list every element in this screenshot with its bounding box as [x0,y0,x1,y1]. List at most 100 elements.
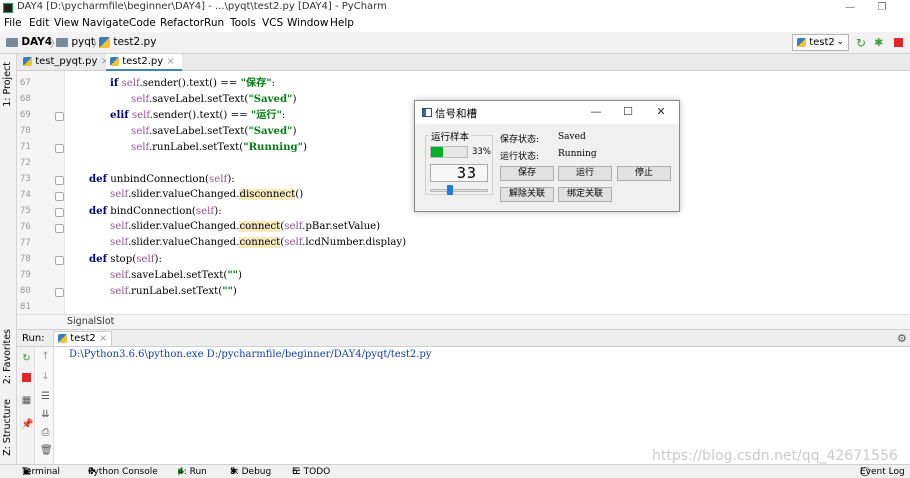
editor-tab-bar: test_pyqt.py × test2.py × [17,54,910,71]
menu-view[interactable]: View [54,17,79,29]
dialog-close-button[interactable]: ✕ [652,104,670,120]
progress-fill [431,147,443,157]
minimize-button[interactable]: — [840,0,860,16]
code-line: elif self.sender().text() == "运行": [110,109,286,121]
menu-refactor[interactable]: Refactor [160,17,204,29]
stop-icon[interactable] [22,373,31,382]
trash-icon[interactable]: 🗑 [40,445,53,456]
run-console-panel: ↻ ▦ 📌 ↑ ↓ ☰ ⇊ ⎙ 🗑 D:\Python3.6.6\python.… [17,347,910,464]
arrow-down-icon[interactable]: ↓ [40,371,51,382]
fold-marker-icon[interactable] [55,256,64,265]
code-line: self.saveLabel.setText("") [110,269,242,281]
run-toolbar-secondary: ↑ ↓ ☰ ⇊ ⎙ 🗑 [36,347,54,464]
save-button[interactable]: 保存 [500,166,554,181]
soft-wrap-icon[interactable]: ☰ [40,391,51,402]
run-status-value: Running [558,149,597,159]
code-line: def unbindConnection(self): [89,173,235,185]
scroll-to-end-icon[interactable]: ⇊ [40,409,51,420]
unbind-button[interactable]: 解除关联 [500,187,554,202]
nav-project-label: DAY4 [21,36,53,48]
nav-folder[interactable]: pyqt [56,36,95,48]
code-line: self.saveLabel.setText("Saved") [131,93,297,105]
restore-button[interactable]: ❐ [872,0,892,16]
code-line: self.runLabel.setText("") [110,285,237,297]
line-gutter: 67 68 69 70 71 72 73 74 75 76 77 78 79 8… [17,71,65,314]
menu-window[interactable]: Window [287,17,328,29]
window-title: DAY4 [D:\pycharmfile\beginner\DAY4] - ..… [17,1,387,12]
window-icon [422,108,432,117]
dialog-minimize-button[interactable]: — [587,104,605,120]
rerun-icon[interactable]: ↻ [856,36,866,50]
progress-bar [430,146,468,158]
run-button[interactable]: 运行 [558,166,612,181]
menu-tools[interactable]: Tools [230,17,256,29]
nav-file[interactable]: test2.py [99,36,156,48]
debug-tool-label: 5: Debug [230,467,272,477]
fold-marker-icon[interactable] [55,176,64,185]
close-icon[interactable]: × [166,56,174,67]
watermark: https://blog.csdn.net/qq_42671556 [652,448,898,464]
fold-marker-icon[interactable] [55,144,64,153]
lcd-number: 33 [430,164,488,182]
menu-code[interactable]: Code [129,17,156,29]
event-log-label: Event Log [860,467,905,477]
menu-help[interactable]: Help [330,17,354,29]
fold-marker-icon[interactable] [55,112,64,121]
code-line: self.runLabel.setText("Running") [131,141,307,153]
menu-run[interactable]: Run [204,17,224,29]
dialog-maximize-button[interactable]: ☐ [619,104,637,120]
status-bar: ▣ Terminal ✤ Python Console ▶ 4: Run ✱ 5… [0,464,910,478]
code-breadcrumb[interactable]: SignalSlot [17,314,910,329]
rerun-icon[interactable]: ↻ [21,353,32,364]
console-command-line: D:\Python3.6.6\python.exe D:/pycharmfile… [69,349,432,360]
run-tool-header: Run: test2 × ⚙ [17,329,910,347]
code-line: if self.sender().text() == "保存": [110,77,276,89]
run-tab-label: test2 [70,333,96,344]
python-file-icon [110,56,119,66]
slider-handle[interactable] [447,185,454,195]
code-line: self.slider.valueChanged.connect(self.pB… [110,221,381,232]
line-number: 75 [20,206,31,216]
code-line: def stop(self): [89,253,162,265]
project-tool-tab[interactable]: 1: Project [2,62,13,107]
fold-marker-icon[interactable] [55,192,64,201]
tab-test-pyqt[interactable]: test_pyqt.py × [19,54,109,71]
close-icon[interactable]: × [99,333,107,344]
left-tool-strip: 1: Project 2: Favorites Z: Structure [0,54,17,464]
bind-button[interactable]: 绑定关联 [558,187,612,202]
line-number: 71 [20,142,31,152]
nav-file-label: test2.py [113,36,157,48]
fold-marker-icon[interactable] [55,224,64,233]
menu-file[interactable]: File [4,17,22,29]
arrow-up-icon[interactable]: ↑ [40,351,51,362]
print-icon[interactable]: ⎙ [40,427,51,438]
run-tab-test2[interactable]: test2 × [53,331,113,347]
stop-button[interactable]: 停止 [617,166,671,181]
debug-icon[interactable]: ✱ [874,36,883,49]
favorites-tool-tab[interactable]: 2: Favorites [2,329,13,384]
dialog-titlebar: 信号和槽 — ☐ ✕ [415,101,679,124]
gear-icon[interactable]: ⚙ [897,332,907,345]
line-number: 70 [20,126,31,136]
fold-marker-icon[interactable] [55,288,64,297]
dialog-title: 信号和槽 [435,108,477,120]
menu-edit[interactable]: Edit [29,17,49,29]
code-line: self.slider.valueChanged.connect(self.lc… [110,237,407,248]
tab-test2[interactable]: test2.py × [106,54,182,71]
pin-icon[interactable]: 📌 [21,419,33,430]
python-file-icon [23,56,32,66]
structure-tool-tab[interactable]: Z: Structure [2,399,13,456]
layout-icon[interactable]: ▦ [21,395,32,406]
tab-label: test_pyqt.py [35,56,98,67]
stop-icon[interactable] [894,38,903,47]
fold-marker-icon[interactable] [55,208,64,217]
nav-project[interactable]: DAY4 [6,36,52,48]
slider-track[interactable] [430,189,488,192]
terminal-label: Terminal [22,467,61,477]
menu-navigate[interactable]: Navigate [82,17,129,29]
signal-slot-dialog: 信号和槽 — ☐ ✕ 运行样本 33% 33 保存状态: Saved 运行状态:… [414,100,680,212]
tab-label: test2.py [122,56,164,67]
menu-vcs[interactable]: VCS [262,17,283,29]
line-number: 69 [20,110,31,120]
run-configuration-select[interactable]: test2 ⌄ [792,34,849,51]
